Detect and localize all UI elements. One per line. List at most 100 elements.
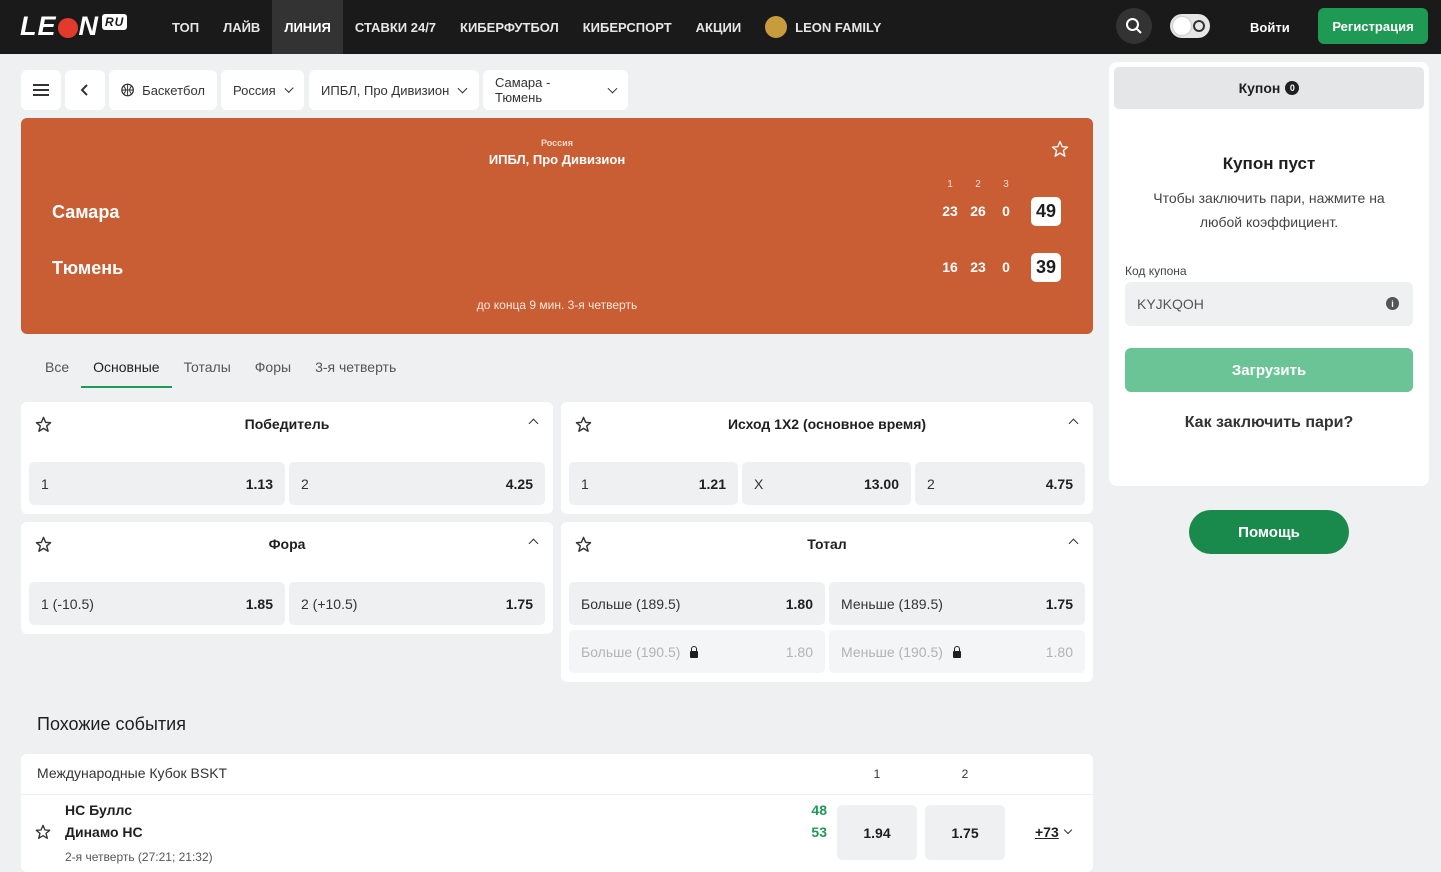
nav-cybersport[interactable]: КИБЕРСПОРТ	[571, 0, 684, 54]
market-tabs: Все Основные Тоталы Форы 3-я четверть	[33, 350, 408, 388]
top-header: LE N RU ТОП ЛАЙВ ЛИНИЯ СТАВКИ 24/7 КИБЕРФУ…	[0, 0, 1441, 54]
home-team-name: Самара	[52, 202, 120, 222]
nav-bets-247[interactable]: СТАВКИ 24/7	[343, 0, 448, 54]
away-total-score: 39	[1031, 253, 1061, 282]
nav-leon-family-label: LEON FAMILY	[795, 19, 882, 35]
nav-line[interactable]: ЛИНИЯ	[272, 0, 343, 54]
home-period-1: 23	[942, 203, 958, 219]
odd-label: X	[754, 475, 764, 492]
odd-label: 1	[581, 475, 589, 492]
coupon-code-input[interactable]	[1125, 282, 1413, 326]
how-to-bet-link[interactable]: Как заключить пари?	[1109, 414, 1429, 432]
scoreboard: Россия ИПБЛ, Про Дивизион 1 2 3 Самара 2…	[21, 118, 1093, 334]
similar-col-1: 1	[873, 767, 881, 781]
logo-text-tail: N	[78, 11, 100, 41]
register-button[interactable]: Регистрация	[1318, 8, 1428, 44]
nav-top[interactable]: ТОП	[160, 0, 211, 54]
info-icon[interactable]: i	[1386, 297, 1399, 310]
star-icon	[35, 824, 51, 839]
help-button[interactable]: Помощь	[1189, 510, 1349, 554]
load-coupon-button[interactable]: Загрузить	[1125, 348, 1413, 392]
breadcrumb-match[interactable]: Самара - Тюмень	[483, 70, 628, 110]
similar-league-name[interactable]: Международные Кубок BSKT	[37, 765, 227, 781]
sun-icon	[1193, 20, 1205, 32]
theme-toggle[interactable]	[1170, 14, 1210, 38]
divider	[21, 794, 1093, 795]
chevron-left-icon	[80, 84, 88, 96]
coupon-tab[interactable]: Купон 0	[1114, 67, 1424, 109]
breadcrumb-country-label: Россия	[233, 82, 276, 98]
match-status: до конца 9 мин. 3-я четверть	[476, 298, 638, 312]
odd-button[interactable]: 2 4.25	[289, 462, 545, 505]
leon-logo[interactable]: LE N RU	[20, 11, 128, 42]
similar-home-score: 48	[811, 802, 827, 818]
similar-event-status: 2-я четверть (27:21; 21:32)	[65, 850, 213, 864]
tab-3rd-quarter[interactable]: 3-я четверть	[303, 350, 408, 388]
logo-ru-badge: RU	[102, 13, 128, 30]
odd-value: 13.00	[863, 475, 899, 492]
odd-button[interactable]: 2 (+10.5) 1.75	[289, 582, 545, 625]
odd-label-text: Меньше (190.5)	[841, 643, 943, 660]
login-button[interactable]: Войти	[1236, 0, 1304, 54]
odd-button[interactable]: 1 1.13	[29, 462, 285, 505]
market-handicap: Фора 1 (-10.5) 1.85 2 (+10.5) 1.75	[21, 522, 553, 634]
odd-value: 1.80	[785, 595, 813, 612]
odd-button[interactable]: 1 (-10.5) 1.85	[29, 582, 285, 625]
away-period-2: 23	[970, 259, 986, 275]
nav-leon-family[interactable]: LEON FAMILY	[753, 0, 893, 54]
hamburger-icon	[33, 84, 49, 96]
odd-button[interactable]: Меньше (189.5) 1.75	[829, 582, 1085, 625]
basketball-icon	[121, 83, 134, 97]
breadcrumb-sport-label: Баскетбол	[142, 82, 205, 98]
odd-button[interactable]: 1 1.21	[569, 462, 738, 505]
odd-button[interactable]: Больше (189.5) 1.80	[569, 582, 825, 625]
market-title: Тотал	[807, 536, 847, 552]
menu-button[interactable]	[21, 70, 61, 110]
tab-main[interactable]: Основные	[81, 350, 173, 388]
period-header-1: 1	[947, 179, 953, 190]
odd-label: Больше (189.5)	[581, 595, 681, 612]
back-button[interactable]	[65, 70, 105, 110]
similar-home-team[interactable]: НС Буллс	[65, 802, 132, 818]
tab-all[interactable]: Все	[33, 350, 81, 388]
similar-col-2: 2	[961, 767, 969, 781]
tab-totals[interactable]: Тоталы	[172, 350, 243, 388]
breadcrumb-match-label: Самара - Тюмень	[495, 75, 551, 105]
nav-live[interactable]: ЛАЙВ	[211, 0, 272, 54]
odd-value: 1.80	[1045, 643, 1073, 660]
nav-cyberfootball[interactable]: КИБЕРФУТБОЛ	[448, 0, 571, 54]
coupon-tab-label: Купон	[1238, 80, 1281, 96]
away-period-1: 16	[942, 259, 958, 275]
breadcrumb-league-label: ИПБЛ, Про Дивизион	[321, 82, 450, 98]
scoreboard-country: Россия	[541, 138, 573, 148]
similar-away-team[interactable]: Динамо НС	[65, 824, 143, 840]
breadcrumb-country[interactable]: Россия	[221, 70, 304, 110]
breadcrumb-sport[interactable]: Баскетбол	[109, 70, 217, 110]
tab-handicaps[interactable]: Форы	[243, 350, 303, 388]
odd-value: 1.21	[698, 475, 726, 492]
market-1x2: Исход 1X2 (основное время) 1 1.21 X 13.00 …	[561, 402, 1093, 514]
more-markets-link[interactable]: +73	[1035, 824, 1072, 840]
odd-label: 2 (+10.5)	[301, 595, 358, 612]
event-favorite-button[interactable]	[35, 824, 51, 845]
search-button[interactable]	[1116, 8, 1152, 44]
odd-label: Меньше (189.5)	[841, 595, 943, 612]
away-period-3: 0	[1002, 259, 1010, 275]
odd-label: 1 (-10.5)	[41, 595, 94, 612]
breadcrumb-league[interactable]: ИПБЛ, Про Дивизион	[309, 70, 479, 110]
logo-text: LE	[20, 11, 57, 41]
nav-promotions[interactable]: АКЦИИ	[684, 0, 754, 54]
odd-label-text: Больше (190.5)	[581, 643, 681, 660]
favorite-button[interactable]	[1051, 140, 1069, 163]
more-markets-count: +73	[1035, 824, 1059, 840]
market-title: Победитель	[244, 416, 330, 432]
odd-button[interactable]: 2 4.75	[915, 462, 1085, 505]
main-nav: ТОП ЛАЙВ ЛИНИЯ СТАВКИ 24/7 КИБЕРФУТБОЛ К…	[160, 0, 893, 54]
coupon-count-badge: 0	[1285, 81, 1300, 95]
home-period-2: 26	[970, 203, 986, 219]
similar-odd-1[interactable]: 1.94	[837, 805, 917, 860]
star-icon	[1051, 140, 1069, 157]
odd-button[interactable]: X 13.00	[742, 462, 911, 505]
similar-odd-2[interactable]: 1.75	[925, 805, 1005, 860]
odd-value: 1.13	[245, 475, 273, 492]
